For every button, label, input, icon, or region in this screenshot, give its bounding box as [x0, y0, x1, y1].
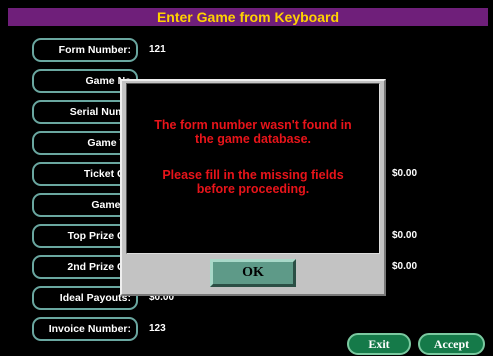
top-prize-cost-value[interactable]: $0.00 — [392, 230, 417, 241]
dialog-message-line1: The form number wasn't found in — [154, 118, 352, 132]
ticket-cost-value[interactable]: $0.00 — [392, 168, 417, 179]
dialog-message-line4: before proceeding. — [196, 182, 310, 196]
invoice-number-value[interactable]: 123 — [149, 323, 166, 334]
ok-button[interactable]: OK — [210, 259, 296, 287]
accept-button[interactable]: Accept — [418, 333, 485, 355]
form-number-value[interactable]: 121 — [149, 44, 166, 55]
second-prize-cost-value[interactable]: $0.00 — [392, 261, 417, 272]
error-dialog: The form number wasn't found in the game… — [120, 79, 386, 296]
dialog-message-line2: the game database. — [194, 132, 311, 146]
window-title: Enter Game from Keyboard — [8, 8, 488, 26]
invoice-number-label: Invoice Number: — [32, 317, 138, 341]
form-number-label: Form Number: — [32, 38, 138, 62]
exit-button[interactable]: Exit — [347, 333, 411, 355]
dialog-message-line3: Please fill in the missing fields — [162, 168, 344, 182]
dialog-message-panel: The form number wasn't found in the game… — [126, 83, 380, 254]
